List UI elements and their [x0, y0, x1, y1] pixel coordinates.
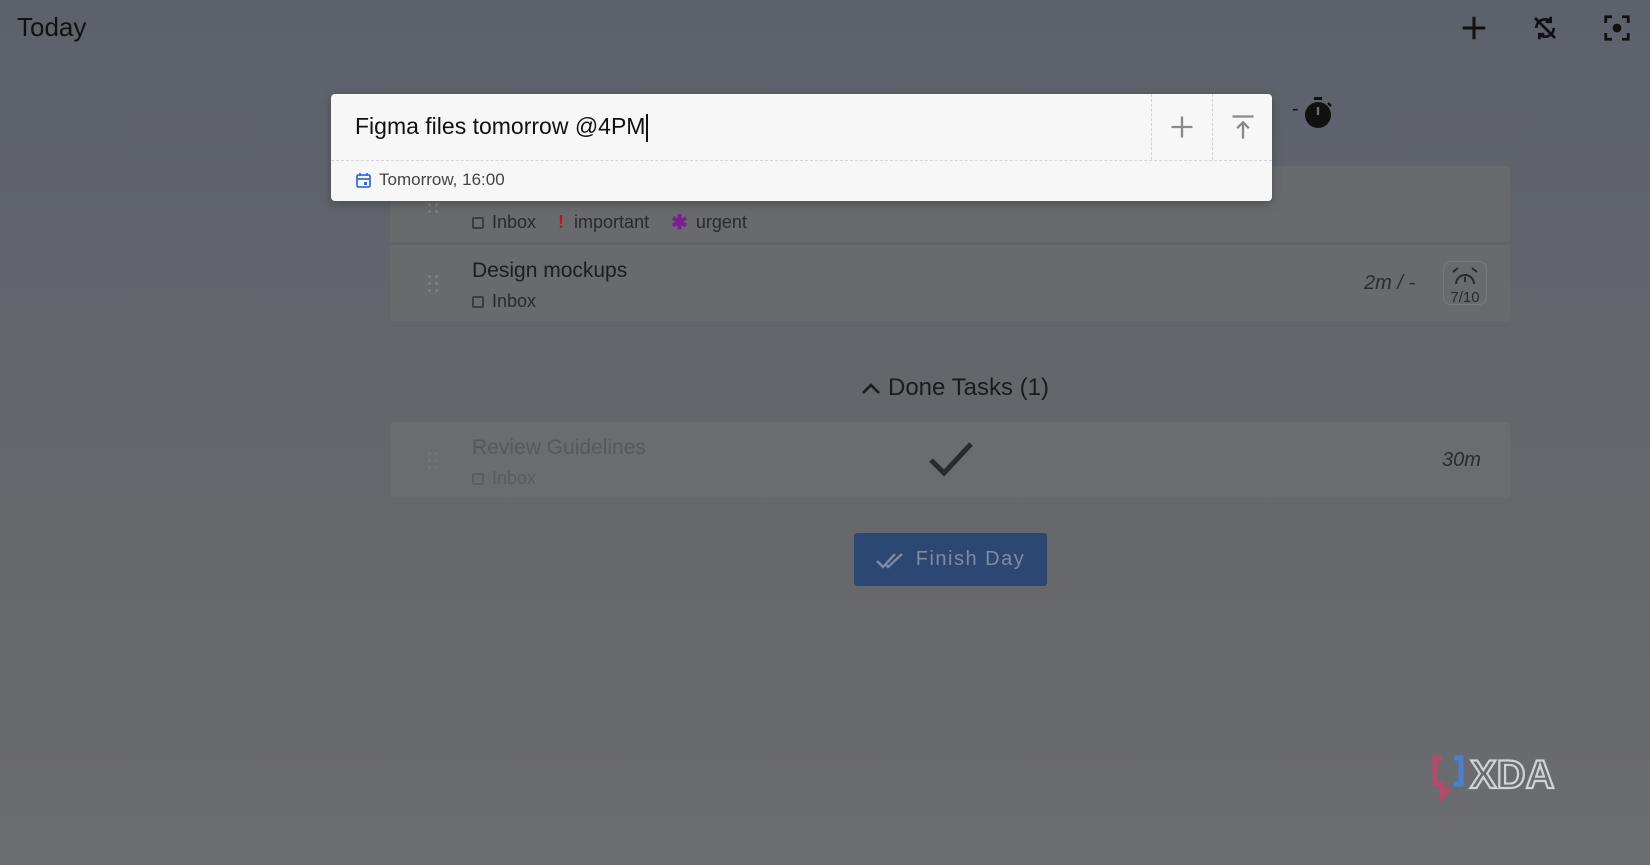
calendar-icon: [356, 172, 371, 188]
time-spent: 30m: [1442, 449, 1481, 471]
sync-toggle-button[interactable]: [1527, 10, 1563, 46]
text-caret: [646, 113, 649, 142]
finish-day-button[interactable]: Finish Day: [854, 533, 1047, 586]
add-task-submit-button[interactable]: [1151, 94, 1212, 160]
add-to-top-icon: [1232, 115, 1254, 139]
add-task-button[interactable]: [1456, 10, 1492, 46]
important-tag[interactable]: ! important: [558, 212, 649, 233]
done-tasks-toggle[interactable]: Done Tasks (1): [860, 374, 1049, 402]
project-label: Inbox: [492, 212, 537, 232]
add-task-bar: Figma files tomorrow @4PM Tomorrow, 16:0…: [331, 94, 1272, 201]
due-date-preview: Tomorrow, 16:00: [355, 170, 505, 190]
xda-logo-text: XDA: [1470, 753, 1554, 797]
stopwatch-icon[interactable]: [1303, 96, 1333, 130]
add-task-input[interactable]: Figma files tomorrow @4PM: [355, 108, 1155, 144]
urgent-tag[interactable]: ✱ urgent: [671, 210, 747, 235]
inbox-icon: [472, 216, 484, 229]
check-icon[interactable]: [927, 438, 975, 480]
task-item[interactable]: Design mockups Inbox 2m / - 7/10: [390, 245, 1510, 321]
time-estimate[interactable]: 2m / -: [1364, 272, 1415, 295]
task-tags: Inbox: [472, 468, 558, 489]
asterisk-icon: ✱: [671, 212, 688, 234]
timer-estimate: -: [1292, 98, 1299, 120]
due-date-label: Tomorrow, 16:00: [379, 170, 505, 189]
double-check-icon: [875, 552, 903, 569]
focus-mode-icon: [1604, 15, 1630, 41]
inbox-icon: [472, 295, 484, 308]
divider: [331, 160, 1272, 161]
task-tags: Inbox: [472, 291, 558, 312]
focus-mode-button[interactable]: [1599, 10, 1635, 46]
task-title: Design mockups: [472, 259, 628, 282]
task-title: Review Guidelines: [472, 436, 646, 459]
page-title: Today: [17, 12, 87, 42]
project-tag[interactable]: Inbox: [472, 212, 536, 233]
repeat-count: 7/10: [1450, 289, 1480, 306]
tag-label: important: [574, 212, 650, 232]
xda-logo: XDA: [1432, 752, 1556, 802]
done-task-item[interactable]: Review Guidelines Inbox 30m: [390, 422, 1510, 498]
drag-handle[interactable]: [428, 452, 440, 470]
add-task-input-row: Figma files tomorrow @4PM: [331, 94, 1272, 160]
project-label: Inbox: [492, 291, 537, 311]
done-tasks-label: Done Tasks (1): [888, 374, 1049, 401]
add-icon: [1462, 16, 1486, 40]
plus-icon: [1171, 116, 1193, 138]
chevron-up-icon: [862, 383, 880, 394]
add-to-top-button[interactable]: [1212, 94, 1273, 160]
finish-day-label: Finish Day: [915, 548, 1026, 570]
project-label: Inbox: [492, 468, 537, 488]
add-task-input-value: Figma files tomorrow @4PM: [355, 113, 646, 139]
tag-label: urgent: [695, 212, 747, 232]
repeat-badge[interactable]: 7/10: [1443, 261, 1487, 305]
inbox-icon: [472, 472, 484, 485]
project-tag[interactable]: Inbox: [472, 291, 536, 312]
drag-handle[interactable]: [428, 275, 440, 293]
sync-off-icon: [1534, 16, 1556, 40]
exclamation-icon: !: [558, 212, 565, 232]
task-tags: Inbox ! important ✱ urgent: [472, 210, 769, 235]
project-tag[interactable]: Inbox: [472, 468, 536, 489]
alarm-icon: [1452, 267, 1478, 285]
